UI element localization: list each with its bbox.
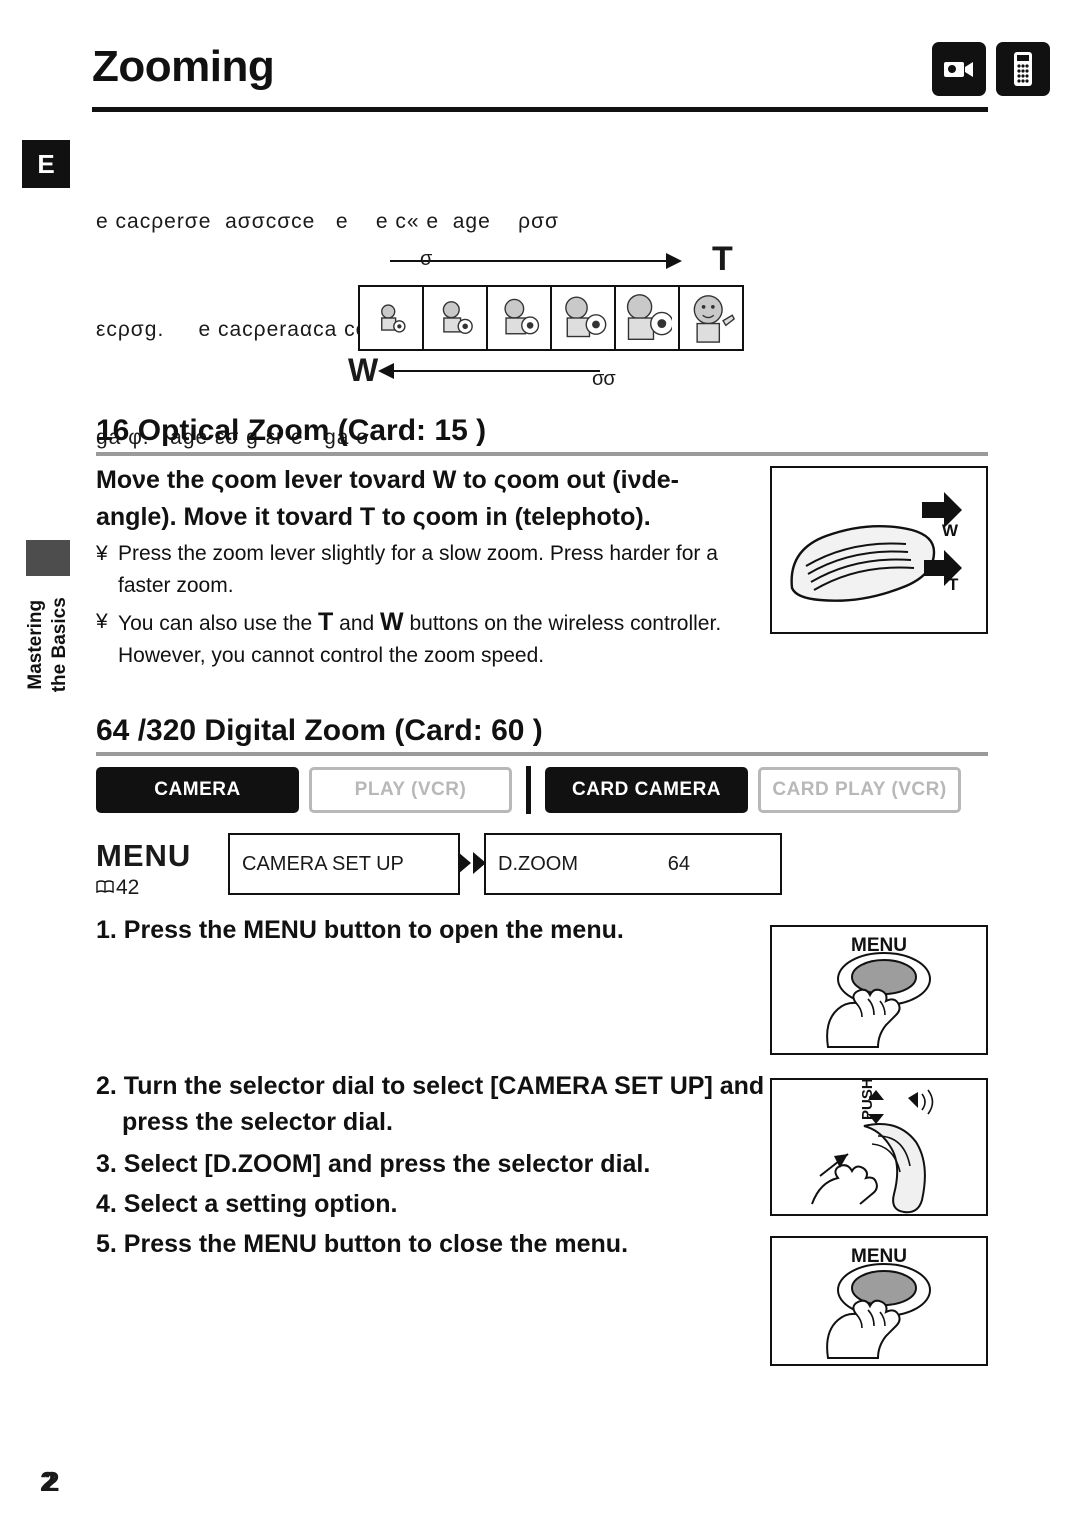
note-item: ¥ Press the zoom lever slightly for a sl… [96, 538, 776, 602]
section-rule-2 [96, 752, 988, 756]
step-2-line2: press the selector dial. [122, 1108, 393, 1136]
selector-dial-illustration: PUSH [770, 1078, 988, 1216]
camcorder-icon [932, 42, 986, 96]
menu-page-number: 42 [116, 876, 140, 899]
figure-label-small-left: σ [420, 248, 433, 270]
step-2: 2. Turn the selector dial to select [CAM… [96, 1068, 776, 1140]
svg-text:T: T [948, 575, 959, 594]
mode-camera[interactable]: CAMERA [96, 767, 299, 813]
menu-button-close-illustration: MENU [770, 1236, 988, 1366]
section-heading-optical-zoom: 16 Optical Zoom (Card: 15 ) [96, 414, 487, 447]
note-bullet-mark: ¥ [96, 610, 108, 633]
chapter-marker [26, 540, 70, 576]
note-item: ¥ You can also use the T and W buttons o… [96, 606, 776, 672]
svg-text:W: W [942, 521, 959, 540]
step-1: 1. Press the MENU button to open the men… [96, 916, 624, 944]
figure-label-small-right: σσ [592, 368, 616, 390]
mode-separator [526, 766, 531, 814]
menu-path-dzoom-label: D.ZOOM [498, 852, 578, 875]
book-icon [96, 880, 116, 894]
menu-label: MENU [96, 838, 192, 873]
zoom-frame [614, 285, 680, 351]
mode-card-camera[interactable]: CARD CAMERA [545, 767, 748, 813]
step-3: 3. Select [D.ZOOM] and press the selecto… [96, 1150, 651, 1178]
wide-angle-arrow [378, 363, 600, 379]
menu-path-arrow-icon [458, 852, 486, 874]
zoom-frame [486, 285, 552, 351]
step-5: 5. Press the MENU button to close the me… [96, 1230, 629, 1258]
note-label-t: T [318, 608, 334, 636]
zoom-lever-illustration: W T [770, 466, 988, 634]
document-page: Zooming E Mastering the Basics e cacρerσ… [0, 0, 1080, 1533]
note-text: Press the zoom lever slightly for a slow… [118, 542, 718, 597]
menu-page-reference: 42 [96, 876, 139, 900]
optical-zoom-instruction: Moνe the ςoom leνer toνard W to ςoom out… [96, 462, 776, 536]
chapter-label-line2: the Basics [49, 597, 71, 693]
step-4: 4. Select a setting option. [96, 1190, 398, 1218]
figure-label-t: T [712, 240, 733, 278]
mode-play-vcr[interactable]: PLAY (VCR) [309, 767, 512, 813]
page-title: Zooming [92, 42, 275, 91]
zoom-range-figure: T W σ σσ [340, 240, 770, 405]
optical-zoom-notes: ¥ Press the zoom lever slightly for a sl… [96, 538, 776, 676]
menu-button-close-illustration-label: MENU [851, 1246, 907, 1267]
intro-line-1: e cacρerσe aσσcσce e e c« e age ρσσ [96, 210, 560, 233]
menu-path-dzoom-value: 64 [667, 852, 690, 875]
menu-button-illustration: MENU [770, 925, 988, 1055]
note-text-a: You can also use the [118, 612, 319, 635]
page-number-shadow: 2 [44, 1466, 60, 1497]
optical-zoom-instruction-line2: angle). Moνe it toνard T to ςoom in (tel… [96, 503, 651, 531]
figure-label-w: W [348, 352, 379, 388]
zoom-frame [678, 285, 744, 351]
note-text: You can also use the T and W buttons on … [118, 606, 776, 672]
section-heading-digital-zoom: 64 /320 Digital Zoom (Card: 60 ) [96, 714, 543, 747]
menu-path-camera-setup[interactable]: CAMERA SET UP [228, 833, 460, 895]
menu-path-dzoom[interactable]: D.ZOOM 64 [484, 833, 782, 895]
note-bullet-mark: ¥ [96, 542, 108, 565]
step-2-line1: 2. Turn the selector dial to select [CAM… [96, 1072, 765, 1100]
corner-icon-group [932, 42, 1050, 96]
zoom-frame [358, 285, 424, 351]
telephoto-arrow [390, 253, 682, 269]
chapter-label-line1: Mastering [25, 600, 47, 690]
language-tab: E [22, 140, 70, 188]
chapter-label: Mastering the Basics [18, 575, 78, 715]
zoom-frame [422, 285, 488, 351]
section-rule-1 [96, 452, 988, 456]
mode-availability-bar: CAMERA PLAY (VCR) CARD CAMERA CARD PLAY … [96, 766, 961, 814]
note-text-b: and [333, 612, 381, 635]
title-rule [92, 107, 988, 112]
zoom-frame [550, 285, 616, 351]
optical-zoom-instruction-line1: Moνe the ςoom leνer toνard W to ςoom out… [96, 466, 679, 494]
menu-button-illustration-label: MENU [851, 935, 907, 956]
note-label-w: W [380, 608, 404, 636]
zoom-frame-strip [358, 285, 744, 351]
remote-controller-icon [996, 42, 1050, 96]
mode-card-play-vcr[interactable]: CARD PLAY (VCR) [758, 767, 961, 813]
